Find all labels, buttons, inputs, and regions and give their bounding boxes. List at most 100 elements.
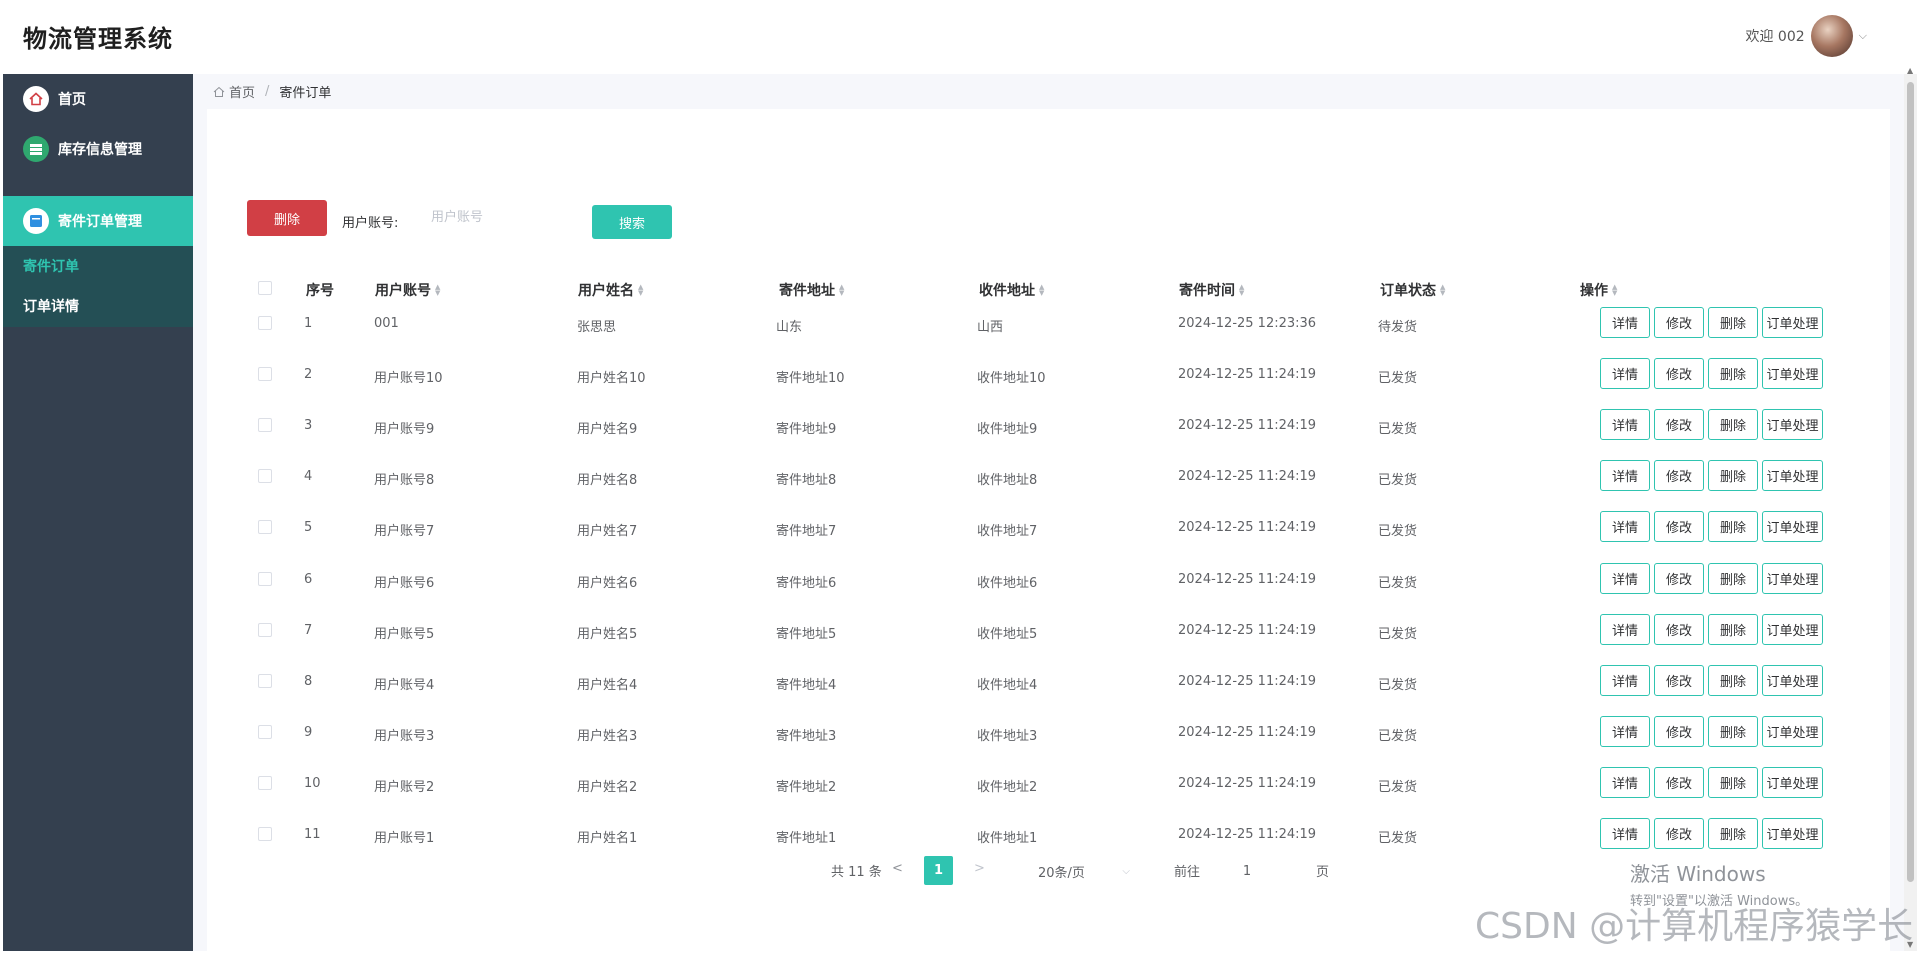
- row-checkbox[interactable]: [258, 724, 272, 739]
- batch-delete-button[interactable]: 删除: [247, 200, 327, 236]
- chevron-down-icon[interactable]: ⌵: [1859, 29, 1867, 43]
- edit-button[interactable]: 修改: [1654, 818, 1704, 849]
- avatar[interactable]: [1810, 15, 1853, 57]
- cell-name: 用户姓名9: [577, 422, 638, 438]
- detail-button[interactable]: 详情: [1600, 613, 1650, 645]
- sort-icon[interactable]: ▲ ▼: [1612, 284, 1617, 297]
- order-process-button[interactable]: 订单处理: [1762, 818, 1823, 849]
- edit-button[interactable]: 修改: [1654, 460, 1704, 492]
- sort-icon[interactable]: ▲ ▼: [1039, 284, 1044, 297]
- cell-account: 用户账号4: [374, 677, 435, 693]
- column-header-actions[interactable]: 操作 ▲ ▼: [1580, 280, 1617, 300]
- detail-button[interactable]: 详情: [1600, 664, 1650, 696]
- column-header-status[interactable]: 订单状态 ▲ ▼: [1380, 280, 1445, 300]
- edit-button[interactable]: 修改: [1654, 715, 1704, 747]
- page-number-active[interactable]: 1: [924, 856, 953, 885]
- row-checkbox[interactable]: [258, 418, 272, 433]
- edit-button[interactable]: 修改: [1654, 766, 1704, 798]
- select-all-checkbox[interactable]: [258, 281, 272, 295]
- column-header-name[interactable]: 用户姓名 ▲ ▼: [578, 280, 643, 300]
- cell-from: 山东: [776, 320, 803, 335]
- row-checkbox[interactable]: [258, 827, 272, 841]
- delete-button[interactable]: 删除: [1708, 766, 1758, 798]
- detail-button[interactable]: 详情: [1600, 766, 1650, 798]
- row-checkbox[interactable]: [258, 316, 272, 330]
- pagination-total: 共 11 条: [831, 865, 882, 880]
- sort-icon[interactable]: ▲ ▼: [435, 284, 440, 297]
- delete-button[interactable]: 删除: [1708, 613, 1758, 645]
- page-scrollbar[interactable]: ▲ ▼: [1904, 66, 1917, 951]
- detail-button[interactable]: 详情: [1600, 307, 1650, 338]
- edit-button[interactable]: 修改: [1654, 307, 1704, 338]
- sort-icon[interactable]: ▲ ▼: [1440, 284, 1445, 297]
- sort-icon[interactable]: ▲ ▼: [839, 284, 844, 297]
- order-process-button[interactable]: 订单处理: [1762, 766, 1823, 798]
- delete-button[interactable]: 删除: [1708, 460, 1758, 492]
- sidebar-item-home[interactable]: 首页: [3, 74, 193, 124]
- order-process-button[interactable]: 订单处理: [1762, 358, 1823, 390]
- order-process-button[interactable]: 订单处理: [1762, 409, 1823, 441]
- submenu-item-order-details[interactable]: 订单详情: [23, 296, 79, 316]
- cell-to: 收件地址3: [977, 728, 1038, 744]
- order-process-button[interactable]: 订单处理: [1762, 562, 1823, 594]
- edit-button[interactable]: 修改: [1654, 613, 1704, 645]
- sort-icon[interactable]: ▲ ▼: [1239, 284, 1244, 297]
- windows-watermark-line1: 激活 Windows: [1630, 862, 1766, 886]
- column-header-from[interactable]: 寄件地址 ▲ ▼: [779, 280, 844, 300]
- submenu-item-send-orders[interactable]: 寄件订单: [23, 256, 79, 276]
- page-size-select[interactable]: 20条/页 ⌵: [1008, 857, 1138, 885]
- column-header-to[interactable]: 收件地址 ▲ ▼: [979, 280, 1044, 300]
- prev-page-button[interactable]: <: [892, 861, 903, 876]
- user-menu[interactable]: 欢迎 002 ⌵: [1745, 15, 1867, 57]
- delete-button[interactable]: 删除: [1708, 409, 1758, 441]
- row-checkbox[interactable]: [258, 469, 272, 484]
- delete-button[interactable]: 删除: [1708, 664, 1758, 696]
- order-process-button[interactable]: 订单处理: [1762, 307, 1823, 338]
- delete-button[interactable]: 删除: [1708, 562, 1758, 594]
- detail-button[interactable]: 详情: [1600, 562, 1650, 594]
- delete-button[interactable]: 删除: [1708, 511, 1758, 543]
- breadcrumb-home[interactable]: 首页: [229, 82, 255, 101]
- row-checkbox[interactable]: [258, 520, 272, 535]
- cell-account: 用户账号2: [374, 779, 435, 795]
- row-checkbox[interactable]: [258, 571, 272, 586]
- sidebar-item-label: 库存信息管理: [58, 142, 142, 158]
- row-checkbox[interactable]: [258, 367, 272, 382]
- column-header-time[interactable]: 寄件时间 ▲ ▼: [1179, 280, 1244, 300]
- order-process-button[interactable]: 订单处理: [1762, 613, 1823, 645]
- delete-button[interactable]: 删除: [1708, 715, 1758, 747]
- detail-button[interactable]: 详情: [1600, 409, 1650, 441]
- edit-button[interactable]: 修改: [1654, 358, 1704, 390]
- sidebar-item-inventory[interactable]: 库存信息管理: [3, 124, 193, 174]
- goto-page-input[interactable]: [1207, 857, 1287, 885]
- edit-button[interactable]: 修改: [1654, 562, 1704, 594]
- delete-button[interactable]: 删除: [1708, 818, 1758, 849]
- edit-button[interactable]: 修改: [1654, 409, 1704, 441]
- edit-button[interactable]: 修改: [1654, 511, 1704, 543]
- order-process-button[interactable]: 订单处理: [1762, 715, 1823, 747]
- order-process-button[interactable]: 订单处理: [1762, 460, 1823, 492]
- order-process-button[interactable]: 订单处理: [1762, 511, 1823, 543]
- order-process-button[interactable]: 订单处理: [1762, 664, 1823, 696]
- detail-button[interactable]: 详情: [1600, 358, 1650, 390]
- cell-to: 收件地址4: [977, 677, 1038, 693]
- delete-button[interactable]: 删除: [1708, 307, 1758, 338]
- next-page-button[interactable]: >: [974, 861, 985, 876]
- row-checkbox[interactable]: [258, 775, 272, 790]
- scroll-up-icon[interactable]: ▲: [1907, 66, 1913, 75]
- detail-button[interactable]: 详情: [1600, 460, 1650, 492]
- user-account-input[interactable]: [426, 201, 582, 233]
- detail-button[interactable]: 详情: [1600, 715, 1650, 747]
- edit-button[interactable]: 修改: [1654, 664, 1704, 696]
- sidebar-item-orders[interactable]: 寄件订单管理: [3, 196, 193, 246]
- delete-button[interactable]: 删除: [1708, 358, 1758, 390]
- column-header-account[interactable]: 用户账号 ▲ ▼: [375, 280, 440, 300]
- detail-button[interactable]: 详情: [1600, 818, 1650, 849]
- row-checkbox[interactable]: [258, 622, 272, 637]
- scroll-thumb[interactable]: [1907, 82, 1914, 882]
- search-button[interactable]: 搜索: [592, 205, 672, 239]
- cell-time: 2024-12-25 11:24:19: [1178, 775, 1317, 791]
- sort-icon[interactable]: ▲ ▼: [638, 284, 643, 297]
- detail-button[interactable]: 详情: [1600, 511, 1650, 543]
- row-checkbox[interactable]: [258, 673, 272, 688]
